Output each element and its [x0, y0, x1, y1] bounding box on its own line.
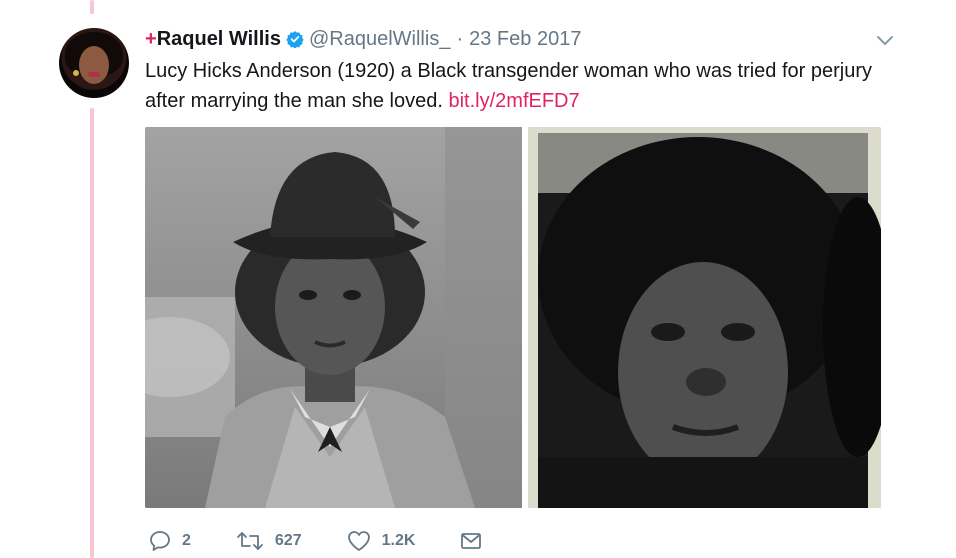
author-handle[interactable]: @RaquelWillis_: [309, 28, 450, 51]
tweet-text: Lucy Hicks Anderson (1920) a Black trans…: [145, 56, 885, 116]
direct-message-button[interactable]: [459, 529, 483, 553]
like-count: 1.2K: [381, 532, 416, 549]
reply-count: 2: [182, 532, 191, 549]
tweet-date[interactable]: 23 Feb 2017: [469, 28, 581, 51]
like-button[interactable]: 1.2K: [346, 529, 416, 553]
reply-icon: [150, 531, 170, 551]
like-icon: [347, 531, 370, 551]
reply-button[interactable]: 2: [148, 529, 191, 553]
verified-badge-icon: [286, 30, 304, 48]
author-prefix: +: [145, 27, 157, 50]
direct-message-icon: [461, 533, 482, 549]
photo-right[interactable]: [528, 127, 881, 508]
avatar[interactable]: [59, 28, 129, 98]
retweet-button[interactable]: 627: [235, 529, 302, 553]
separator-dot: ·: [456, 27, 464, 50]
tweet-header: + Raquel Willis @RaquelWillis_ · 23 Feb …: [145, 26, 581, 52]
media-grid: [145, 127, 881, 508]
chevron-down-icon[interactable]: [874, 30, 896, 50]
author-name[interactable]: Raquel Willis: [157, 28, 281, 51]
thread-line-top: [90, 0, 94, 14]
thread-line-bottom: [90, 108, 94, 558]
retweet-count: 627: [274, 532, 302, 549]
tweet-actions: 2 627 1.2K: [148, 528, 527, 554]
tweet-link[interactable]: bit.ly/2mfEFD7: [448, 90, 579, 112]
photo-left[interactable]: [145, 127, 522, 508]
retweet-icon: [237, 532, 263, 550]
